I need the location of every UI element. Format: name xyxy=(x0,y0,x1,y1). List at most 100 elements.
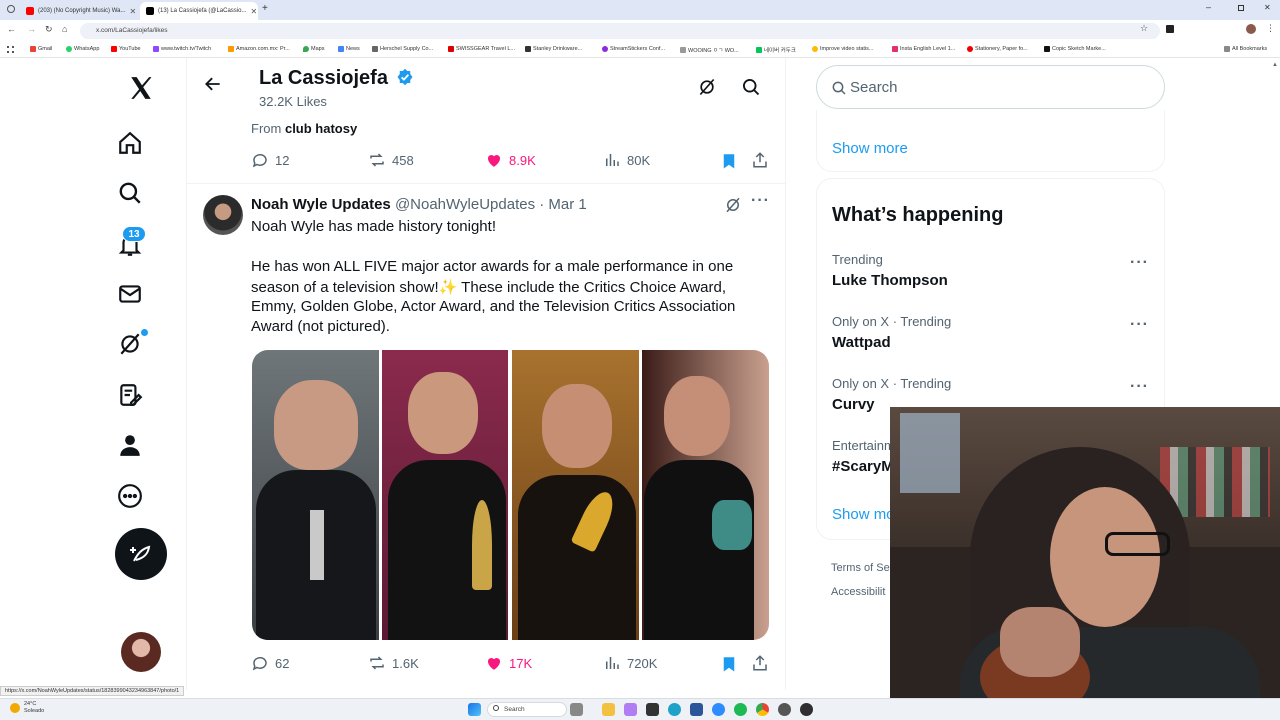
scroll-up-arrow-icon[interactable]: ▲ xyxy=(1272,62,1278,68)
close-tab-icon[interactable]: ✕ xyxy=(250,7,257,16)
extension-icon[interactable] xyxy=(1166,25,1174,33)
browser-tab-x[interactable]: (13) La Cassiojefa (@LaCassio... ✕ xyxy=(140,2,258,20)
post-compose-button[interactable] xyxy=(115,528,167,580)
bookmark-wooing[interactable]: WOOING ㅇㄱ WO... xyxy=(680,46,739,54)
trend-more-icon[interactable]: ··· xyxy=(1130,316,1149,334)
profile-person-icon[interactable] xyxy=(115,430,145,460)
bookmark-copic[interactable]: Copic Sketch Marke... xyxy=(1044,46,1106,52)
author-name[interactable]: Noah Wyle Updates xyxy=(251,196,391,213)
like-button[interactable]: 8.9K xyxy=(485,151,536,169)
weather-widget[interactable]: 24°C Soleado xyxy=(10,701,44,715)
task-view-icon[interactable] xyxy=(570,703,583,716)
bookmark-amazon[interactable]: Amazon.com.mx: Pr... xyxy=(228,46,290,52)
tweet-photo-4[interactable] xyxy=(642,350,769,640)
bookmark-gmail[interactable]: Gmail xyxy=(30,46,52,52)
tweet-photo-3[interactable] xyxy=(512,350,639,640)
search-input[interactable]: Search xyxy=(816,65,1165,109)
forward-arrow-icon[interactable]: → xyxy=(27,24,36,34)
new-tab-button[interactable]: + xyxy=(262,3,268,14)
bookmark-herschel[interactable]: Herschel Supply Co... xyxy=(372,46,433,52)
file-explorer-icon[interactable] xyxy=(602,703,615,716)
bookmark-stanley[interactable]: Stanley Drinkware... xyxy=(525,46,582,52)
chrome-icon[interactable] xyxy=(756,703,769,716)
main-timeline: La Cassiojefa 32.2K Likes From club hato… xyxy=(186,58,786,690)
minimize-window-icon[interactable]: – xyxy=(1206,2,1211,12)
profile-avatar-small[interactable] xyxy=(1246,24,1256,34)
reply-button[interactable]: 62 xyxy=(251,654,289,672)
source-label: From xyxy=(251,121,282,136)
bookmark-maps[interactable]: Maps xyxy=(303,46,324,52)
bookmark-youtube[interactable]: YouTube xyxy=(111,46,141,52)
author-handle[interactable]: @NoahWyleUpdates xyxy=(395,196,535,213)
more-options-icon[interactable]: ··· xyxy=(751,192,770,210)
obs-icon[interactable] xyxy=(800,703,813,716)
author-avatar[interactable] xyxy=(203,195,243,235)
footer-accessibility-link[interactable]: Accessibilit xyxy=(831,586,885,598)
show-more-link[interactable]: Show more xyxy=(832,140,908,157)
x-logo-icon[interactable] xyxy=(126,73,156,103)
show-more-trends-link[interactable]: Show mo xyxy=(832,506,895,523)
share-icon[interactable] xyxy=(751,151,769,174)
zoom-icon[interactable] xyxy=(712,703,725,716)
photos-icon[interactable] xyxy=(624,703,637,716)
app-icon[interactable] xyxy=(646,703,659,716)
bookmark-insta-english[interactable]: Insta English Level 1... xyxy=(892,46,955,52)
back-arrow-icon[interactable]: ← xyxy=(7,24,16,34)
bookmark-whatsapp[interactable]: WhatsApp xyxy=(66,46,99,52)
bookmark-news[interactable]: News xyxy=(338,46,360,52)
more-circle-icon[interactable] xyxy=(115,481,145,511)
grok-icon[interactable] xyxy=(697,77,717,102)
views-button[interactable]: 80K xyxy=(603,151,650,169)
explore-search-icon[interactable] xyxy=(115,178,145,208)
bookmark-filled-icon[interactable] xyxy=(720,152,738,175)
share-icon[interactable] xyxy=(751,654,769,677)
stanley-icon xyxy=(525,46,531,52)
bookmark-swissgear[interactable]: SWISSGEAR Travel L... xyxy=(448,46,515,52)
app-icon[interactable] xyxy=(778,703,791,716)
tweet-photo-1[interactable] xyxy=(252,350,379,640)
all-bookmarks[interactable]: All Bookmarks xyxy=(1224,46,1267,52)
browser-menu-icon[interactable]: ⋮ xyxy=(1266,23,1275,34)
repost-button[interactable]: 458 xyxy=(368,151,414,169)
windows-start-icon[interactable] xyxy=(468,703,481,716)
trend-more-icon[interactable]: ··· xyxy=(1130,254,1149,272)
reply-button[interactable]: 12 xyxy=(251,151,289,169)
footer-terms-link[interactable]: Terms of Se xyxy=(831,562,890,574)
source-link[interactable]: club hatosy xyxy=(285,121,357,136)
bookmark-filled-icon[interactable] xyxy=(720,655,738,678)
home-icon[interactable]: ⌂ xyxy=(62,24,67,34)
bookmark-stationery[interactable]: Stationery, Paper fo... xyxy=(967,46,1028,52)
home-icon[interactable] xyxy=(115,128,145,158)
app-icon[interactable] xyxy=(690,703,703,716)
bookmark-twitch[interactable]: www.twitch.tv/Twitch xyxy=(153,46,211,52)
reload-icon[interactable]: ↻ xyxy=(45,24,53,35)
close-tab-icon[interactable]: ✕ xyxy=(129,7,136,16)
browser-tab-youtube[interactable]: (203) (No Copyright Music) Wa... ✕ xyxy=(20,2,138,20)
lists-compose-icon[interactable] xyxy=(115,380,145,410)
repost-button[interactable]: 1.6K xyxy=(368,654,419,672)
tab-search-icon[interactable] xyxy=(7,5,15,13)
back-arrow-icon[interactable] xyxy=(203,74,223,99)
views-button[interactable]: 720K xyxy=(603,654,657,672)
grok-explain-icon[interactable] xyxy=(724,196,742,219)
messages-envelope-icon[interactable] xyxy=(115,279,145,309)
account-avatar[interactable] xyxy=(121,632,161,672)
tweet-date[interactable]: · Mar 1 xyxy=(539,196,587,213)
like-button[interactable]: 17K xyxy=(485,654,532,672)
apps-grid-icon[interactable] xyxy=(7,46,14,53)
trend-more-icon[interactable]: ··· xyxy=(1130,378,1149,396)
close-window-icon[interactable]: ✕ xyxy=(1264,3,1271,12)
restore-window-icon[interactable] xyxy=(1238,5,1244,11)
bookmark-naver[interactable]: 네이버 커두크 xyxy=(756,46,796,54)
edge-icon[interactable] xyxy=(668,703,681,716)
bookmark-improve-video[interactable]: Improve video statis... xyxy=(812,46,874,52)
amazon-icon xyxy=(228,46,234,52)
bookmark-star-icon[interactable]: ☆ xyxy=(1140,23,1148,34)
bookmark-streamstickers[interactable]: StreamStickers Conf... xyxy=(602,46,665,52)
search-icon[interactable] xyxy=(741,77,761,102)
spotify-icon[interactable] xyxy=(734,703,747,716)
tweet-photo-2[interactable] xyxy=(382,350,508,640)
reply-count: 12 xyxy=(275,152,290,168)
taskbar-search[interactable]: Search xyxy=(487,702,567,717)
address-bar[interactable]: x.com/LaCassiojefa/likes xyxy=(80,23,1160,39)
